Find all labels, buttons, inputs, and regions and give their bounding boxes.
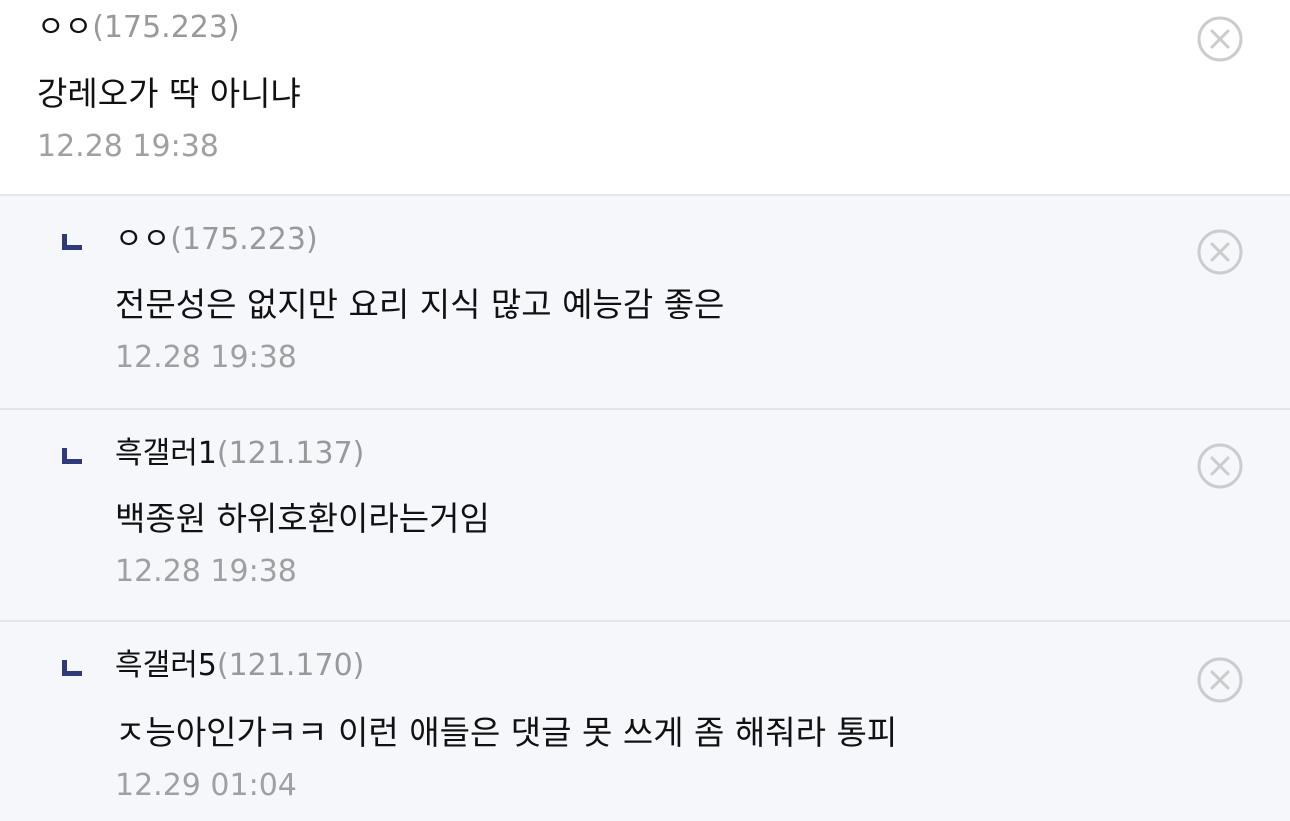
author-nickname[interactable]: ㅇㅇ (115, 222, 170, 257)
comment-text: 전문성은 없지만 요리 지식 많고 예능감 좋은 (115, 285, 725, 324)
close-circle-icon[interactable] (1197, 443, 1243, 489)
reply-item: 흑갤러1(121.137) 백종원 하위호환이라는거임 12.28 19:38 (0, 408, 1290, 622)
comment-text: ㅈ능아인가ㅋㅋ 이런 애들은 댓글 못 쓰게 좀 해줘라 통피 (115, 713, 898, 752)
comment-list: ㅇㅇ(175.223) 강레오가 딱 아니냐 12.28 19:38 ㅇㅇ(17… (0, 0, 1290, 821)
comment-author: ㅇㅇ(175.223) (37, 8, 240, 48)
comment-timestamp: 12.28 19:38 (115, 554, 297, 589)
author-nickname[interactable]: 흑갤러5 (115, 648, 217, 683)
author-ip: (121.170) (216, 648, 365, 683)
close-circle-icon[interactable] (1197, 229, 1243, 275)
comment-timestamp: 12.28 19:38 (37, 129, 219, 164)
comment-timestamp: 12.29 01:04 (115, 768, 297, 803)
comment-author: 흑갤러5(121.170) (115, 646, 364, 686)
comment-author: 흑갤러1(121.137) (115, 434, 364, 474)
author-ip: (175.223) (92, 10, 240, 45)
comment-item: ㅇㅇ(175.223) 강레오가 딱 아니냐 12.28 19:38 (0, 0, 1290, 194)
close-circle-icon[interactable] (1197, 16, 1243, 62)
reply-arrow-icon (62, 448, 82, 464)
close-circle-icon[interactable] (1197, 657, 1243, 703)
reply-arrow-icon (62, 234, 82, 250)
reply-arrow-icon (62, 660, 82, 676)
reply-item: 흑갤러5(121.170) ㅈ능아인가ㅋㅋ 이런 애들은 댓글 못 쓰게 좀 해… (0, 620, 1290, 821)
comment-author: ㅇㅇ(175.223) (115, 220, 318, 260)
comment-text: 백종원 하위호환이라는거임 (115, 499, 490, 538)
author-nickname[interactable]: 흑갤러1 (115, 436, 217, 471)
comment-timestamp: 12.28 19:38 (115, 340, 297, 375)
author-nickname[interactable]: ㅇㅇ (37, 10, 92, 45)
author-ip: (175.223) (170, 222, 318, 257)
reply-item: ㅇㅇ(175.223) 전문성은 없지만 요리 지식 많고 예능감 좋은 12.… (0, 194, 1290, 408)
comment-text: 강레오가 딱 아니냐 (37, 74, 301, 113)
author-ip: (121.137) (216, 436, 365, 471)
